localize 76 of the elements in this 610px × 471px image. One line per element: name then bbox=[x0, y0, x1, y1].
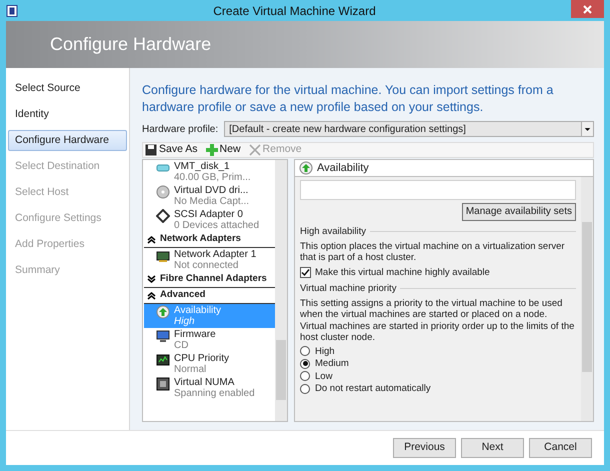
processor-icon bbox=[156, 377, 170, 391]
radio-label: Do not restart automatically bbox=[315, 383, 431, 394]
close-icon bbox=[583, 4, 592, 14]
radio-button[interactable] bbox=[300, 358, 310, 369]
page-title: Configure Hardware bbox=[50, 33, 212, 56]
category-header[interactable]: Network Adapters bbox=[160, 232, 241, 247]
scrollbar-thumb[interactable] bbox=[276, 340, 286, 400]
scrollbar[interactable] bbox=[581, 177, 593, 421]
wizard-button[interactable]: Cancel bbox=[529, 438, 592, 458]
wizard-button[interactable]: Previous bbox=[393, 438, 456, 458]
device-item[interactable]: SCSI Adapter 0 0 Devices attached bbox=[144, 208, 275, 232]
disc-icon bbox=[156, 185, 170, 199]
group-heading: Virtual machine priority bbox=[300, 283, 396, 294]
window-title: Create Virtual Machine Wizard bbox=[212, 2, 377, 20]
window-icon bbox=[6, 4, 18, 16]
scrollbar[interactable] bbox=[275, 160, 287, 421]
manage-availability-sets-button[interactable]: Manage availability sets bbox=[462, 203, 576, 221]
wizard-button[interactable]: Next bbox=[461, 438, 524, 458]
radio-button[interactable] bbox=[300, 371, 310, 382]
device-detail: Spanning enabled bbox=[174, 388, 255, 399]
field-label: Hardware profile: bbox=[142, 122, 218, 136]
wizard-step[interactable]: Select Source bbox=[8, 78, 127, 99]
device-item[interactable]: CPU Priority Normal bbox=[144, 352, 275, 376]
device-detail: Normal bbox=[174, 364, 208, 375]
device-item[interactable]: VMT_disk_1 40.00 GB, Prim... bbox=[144, 160, 275, 184]
device-name: Firmware bbox=[174, 329, 216, 340]
intro-text: Configure hardware for the virtual machine. You can import settings from a hardware profile or save a new profile based on your settings. bbox=[142, 82, 554, 116]
network-card-icon bbox=[156, 249, 170, 263]
collapse-icon[interactable] bbox=[147, 291, 156, 300]
connector-icon bbox=[156, 209, 170, 223]
device-name: Virtual DVD dri... bbox=[174, 185, 250, 196]
radio-button[interactable] bbox=[300, 384, 310, 394]
device-name: VMT_disk_1 bbox=[174, 161, 231, 172]
device-item[interactable]: Firmware CD bbox=[144, 328, 275, 352]
collapse-icon[interactable] bbox=[147, 235, 156, 244]
scrollbar-thumb[interactable] bbox=[582, 222, 592, 372]
device-item[interactable]: Network Adapter 1 Not connected bbox=[144, 248, 275, 272]
wizard-step[interactable]: Configure Hardware bbox=[8, 130, 127, 151]
device-detail: 40.00 GB, Prim... bbox=[174, 172, 251, 183]
panel-title: Availability bbox=[317, 160, 369, 176]
close-button[interactable] bbox=[571, 0, 604, 18]
device-name: SCSI Adapter 0 bbox=[174, 209, 244, 220]
device-item[interactable]: Virtual DVD dri... No Media Capt... bbox=[144, 184, 275, 208]
category-header[interactable]: Fibre Channel Adapters bbox=[160, 272, 267, 287]
expand-icon[interactable] bbox=[147, 275, 156, 284]
device-detail: No Media Capt... bbox=[174, 196, 250, 207]
radio-button[interactable] bbox=[300, 346, 310, 356]
close-icon bbox=[248, 144, 261, 156]
checkbox-label: Make this virtual machine highly available bbox=[315, 266, 490, 278]
group-heading: High availability bbox=[300, 226, 366, 238]
plus-icon bbox=[206, 144, 218, 156]
monitor-icon bbox=[156, 329, 170, 343]
wizard-step[interactable]: Identity bbox=[8, 104, 127, 125]
description-text: This setting assigns a priority to the virtual machine to be used when the virtual machines are started or placed on a node. Virtual machines are started in priority order up to the limits of the host cluster node. bbox=[300, 298, 576, 344]
device-detail: CD bbox=[174, 340, 190, 351]
device-name: CPU Priority bbox=[174, 353, 230, 364]
radio-label: Low bbox=[315, 370, 332, 382]
up-arrow-icon bbox=[156, 305, 170, 319]
radio-label: Medium bbox=[315, 358, 349, 370]
checkmark-icon bbox=[301, 268, 310, 277]
description-text: This option places the virtual machine on a virtualization server that is part of a host cluster. bbox=[300, 240, 566, 264]
device-detail: 0 Devices attached bbox=[174, 220, 260, 231]
toolbar-button[interactable]: Save As bbox=[145, 142, 198, 158]
availability-set-field[interactable] bbox=[300, 180, 576, 200]
radio-label: High bbox=[315, 346, 335, 357]
device-item[interactable]: Virtual NUMA Spanning enabled bbox=[144, 376, 275, 400]
category-header[interactable]: Advanced bbox=[160, 288, 206, 303]
device-name: Network Adapter 1 bbox=[174, 249, 256, 260]
checkbox[interactable] bbox=[300, 266, 311, 278]
chip-icon bbox=[156, 353, 170, 367]
hardware-profile-dropdown[interactable]: [Default - create new hardware configuration settings] bbox=[224, 121, 594, 137]
device-name: Virtual NUMA bbox=[174, 377, 236, 388]
device-detail: Not connected bbox=[174, 260, 240, 271]
device-detail: High bbox=[174, 316, 196, 327]
device-name: Availability bbox=[174, 305, 222, 316]
toolbar-button[interactable]: New bbox=[206, 142, 241, 158]
